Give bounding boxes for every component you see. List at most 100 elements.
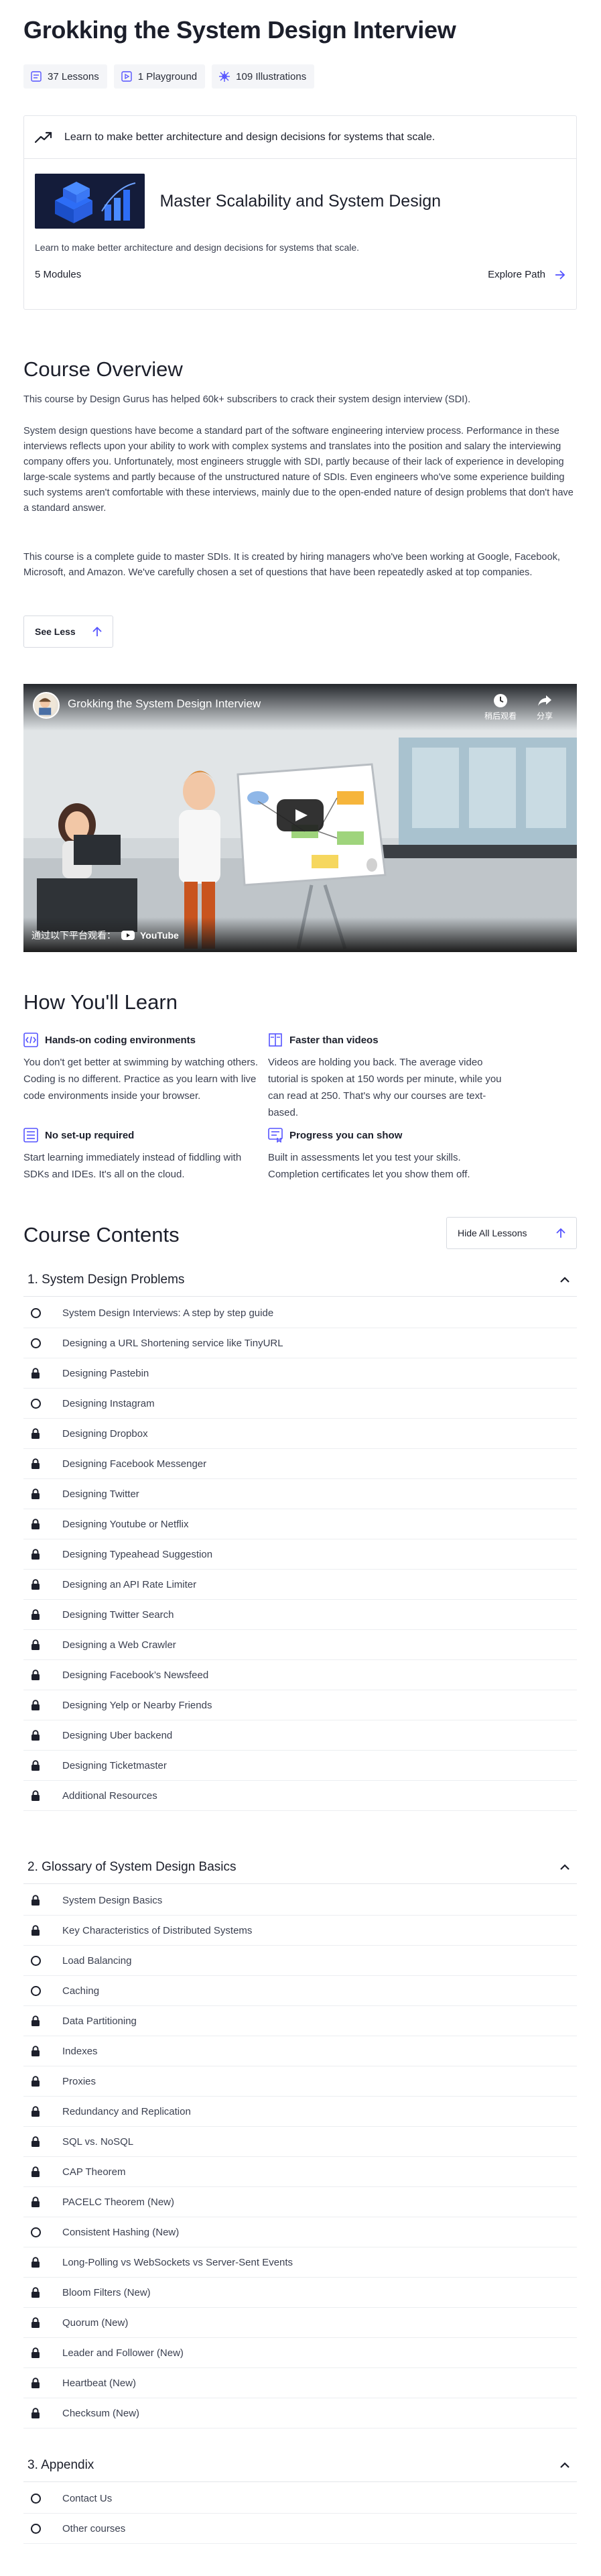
lesson-item[interactable]: Redundancy and Replication — [23, 2097, 577, 2127]
lesson-item[interactable]: SQL vs. NoSQL — [23, 2127, 577, 2157]
lesson-item[interactable]: Indexes — [23, 2036, 577, 2066]
channel-avatar[interactable] — [33, 692, 60, 719]
lock-icon — [31, 2106, 40, 2117]
lesson-title: Designing Twitter — [62, 1488, 139, 1500]
lesson-incomplete-icon — [30, 1985, 41, 1996]
lesson-title: Other courses — [62, 2522, 126, 2534]
lock-icon-wrapper — [30, 1549, 41, 1560]
lesson-item[interactable]: Designing Twitter — [23, 1479, 577, 1509]
lesson-item[interactable]: Consistent Hashing (New) — [23, 2217, 577, 2247]
lesson-item[interactable]: Caching — [23, 1976, 577, 2006]
lesson-item[interactable]: Designing a Web Crawler — [23, 1630, 577, 1660]
lesson-item[interactable]: Designing Youtube or Netflix — [23, 1509, 577, 1539]
lesson-item[interactable]: Designing Facebook’s Newsfeed — [23, 1660, 577, 1690]
lock-icon — [31, 1579, 40, 1590]
lesson-item[interactable]: Quorum (New) — [23, 2308, 577, 2338]
collapse-module-toggle[interactable] — [559, 1273, 570, 1287]
lock-icon-wrapper — [30, 2347, 41, 2358]
feature-title: Progress you can show — [289, 1129, 403, 1141]
lesson-item[interactable]: Additional Resources — [23, 1781, 577, 1811]
lock-icon — [31, 2015, 40, 2026]
feature-no-setup: No set-up required Start learning immedi… — [23, 1128, 265, 1183]
feature-title: Hands-on coding environments — [45, 1034, 196, 1046]
play-button[interactable] — [277, 799, 324, 831]
lock-icon — [31, 1670, 40, 1680]
lesson-item[interactable]: Checksum (New) — [23, 2398, 577, 2428]
lesson-item[interactable]: Designing Instagram — [23, 1389, 577, 1419]
lock-icon — [31, 2257, 40, 2268]
lesson-item[interactable]: Designing Typeahead Suggestion — [23, 1539, 577, 1570]
learning-path-card[interactable]: Learn to make better architecture and de… — [23, 115, 577, 310]
lesson-title: Redundancy and Replication — [62, 2105, 191, 2117]
stat-lessons-label: 37 Lessons — [48, 70, 99, 82]
lesson-item[interactable]: Designing Twitter Search — [23, 1600, 577, 1630]
lesson-item[interactable]: CAP Theorem — [23, 2157, 577, 2187]
status-icon-wrapper — [30, 1955, 41, 1966]
feature-text: You don't get better at swimming by watc… — [23, 1057, 259, 1102]
lesson-item[interactable]: Load Balancing — [23, 1946, 577, 1976]
lock-icon-wrapper — [30, 1579, 41, 1590]
module-header[interactable]: 1. System Design Problems — [23, 1263, 577, 1297]
lock-icon-wrapper — [30, 2076, 41, 2087]
lesson-item[interactable]: System Design Interviews: A step by step… — [23, 1298, 577, 1328]
watch-on-youtube[interactable]: 通过以下平台观看： YouTube — [31, 929, 179, 942]
lesson-title: Designing an API Rate Limiter — [62, 1578, 197, 1590]
collapse-module-toggle[interactable] — [559, 2458, 570, 2473]
lesson-item[interactable]: Designing Uber backend — [23, 1720, 577, 1751]
lesson-title: System Design Interviews: A step by step… — [62, 1307, 274, 1319]
lesson-item[interactable]: Leader and Follower (New) — [23, 2338, 577, 2368]
stat-illustrations: 109 Illustrations — [212, 64, 315, 89]
lesson-item[interactable]: Designing a URL Shortening service like … — [23, 1328, 577, 1358]
lesson-item[interactable]: Data Partitioning — [23, 2006, 577, 2036]
feature-text: Built in assessments let you test your s… — [268, 1152, 470, 1180]
lesson-title: Leader and Follower (New) — [62, 2347, 184, 2359]
lesson-item[interactable]: Proxies — [23, 2066, 577, 2097]
lesson-item[interactable]: Other courses — [23, 2514, 577, 2544]
lesson-item[interactable]: Long-Polling vs WebSockets vs Server-Sen… — [23, 2247, 577, 2278]
lesson-item[interactable]: Designing an API Rate Limiter — [23, 1570, 577, 1600]
share-button[interactable]: 分享 — [537, 693, 553, 721]
lesson-item[interactable]: Designing Pastebin — [23, 1358, 577, 1389]
page-title: Grokking the System Design Interview — [23, 16, 456, 44]
book-icon — [269, 1033, 282, 1047]
lock-icon-wrapper — [30, 2408, 41, 2418]
see-less-button[interactable]: See Less — [23, 616, 113, 648]
feature-title: Faster than videos — [289, 1034, 379, 1046]
chevron-up-icon — [560, 1863, 570, 1870]
lesson-item[interactable]: Designing Dropbox — [23, 1419, 577, 1449]
lesson-title: Proxies — [62, 2075, 96, 2087]
lesson-incomplete-icon — [30, 1398, 41, 1409]
video-title[interactable]: Grokking the System Design Interview — [68, 697, 261, 711]
lesson-item[interactable]: Designing Yelp or Nearby Friends — [23, 1690, 577, 1720]
watch-later-button[interactable]: 稍后观看 — [484, 693, 517, 721]
lesson-item[interactable]: Heartbeat (New) — [23, 2368, 577, 2398]
lesson-title: Designing Pastebin — [62, 1367, 149, 1379]
collapse-module-toggle[interactable] — [559, 1860, 570, 1875]
illustrations-icon — [219, 71, 230, 82]
course-video-player[interactable]: Grokking the System Design Interview 稍后观… — [23, 684, 577, 952]
lesson-item[interactable]: Designing Ticketmaster — [23, 1751, 577, 1781]
lesson-item[interactable]: System Design Basics — [23, 1885, 577, 1916]
play-icon — [295, 809, 308, 821]
module-header[interactable]: 3. Appendix — [23, 2449, 577, 2482]
lesson-title: Data Partitioning — [62, 2015, 137, 2027]
lesson-item[interactable]: Designing Facebook Messenger — [23, 1449, 577, 1479]
hide-all-lessons-button[interactable]: Hide All Lessons — [446, 1217, 577, 1249]
lesson-item[interactable]: Contact Us — [23, 2483, 577, 2514]
playground-icon — [121, 71, 132, 82]
explore-path-link[interactable]: Explore Path — [488, 269, 565, 280]
lock-icon-wrapper — [30, 2317, 41, 2328]
lesson-item[interactable]: Bloom Filters (New) — [23, 2278, 577, 2308]
overview-paragraph-3: This course is a complete guide to maste… — [23, 552, 560, 578]
lock-icon — [31, 2347, 40, 2358]
lesson-item[interactable]: Key Characteristics of Distributed Syste… — [23, 1916, 577, 1946]
lock-icon-wrapper — [30, 2287, 41, 2298]
chevron-up-icon — [560, 2461, 570, 2468]
lesson-title: Designing Facebook Messenger — [62, 1458, 207, 1470]
lesson-item[interactable]: PACELC Theorem (New) — [23, 2187, 577, 2217]
share-icon — [538, 695, 551, 706]
watch-on-label: 通过以下平台观看： — [31, 930, 116, 941]
lock-icon — [31, 1609, 40, 1620]
module-header[interactable]: 2. Glossary of System Design Basics — [23, 1851, 577, 1884]
path-thumbnail — [35, 174, 145, 229]
